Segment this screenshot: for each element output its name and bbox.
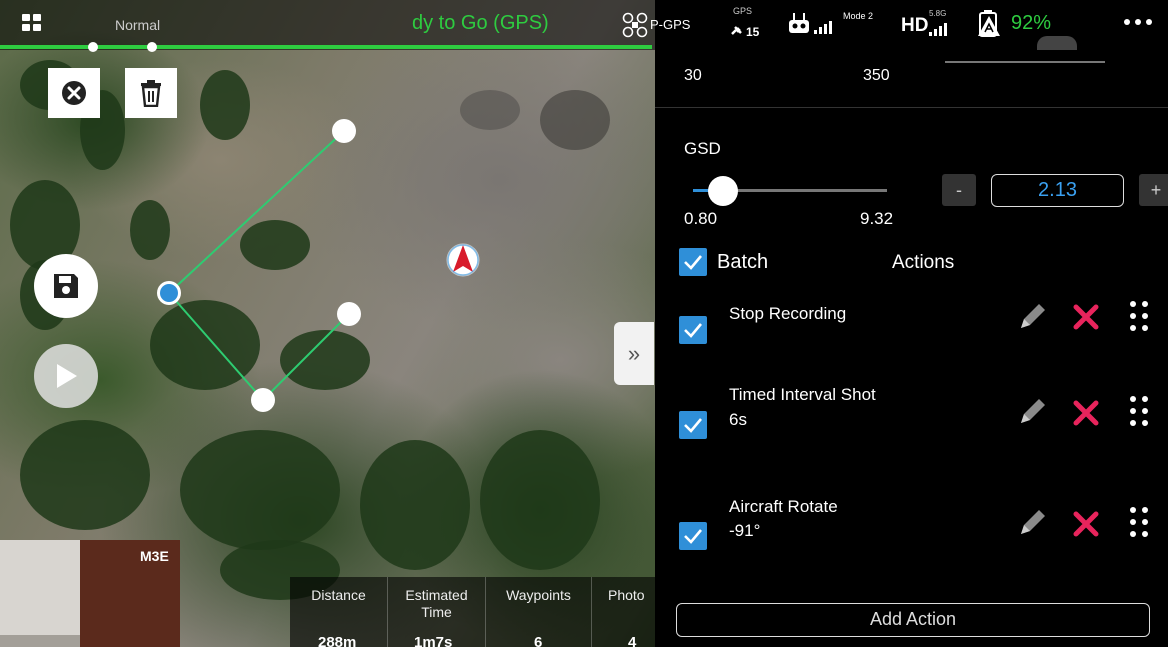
mission-stats: Distance 288m Estimated Time 1m7s Waypoi… — [290, 577, 655, 647]
hd-signal-icon — [929, 23, 947, 36]
prev-input-border — [945, 61, 1105, 63]
action-title: Timed Interval Shot — [729, 385, 876, 404]
edit-pencil-icon[interactable] — [1015, 300, 1049, 334]
gsd-min-label: 0.80 — [684, 209, 718, 228]
panel-toggle-button[interactable]: » — [614, 322, 654, 385]
hd-band-label: 5.8G — [929, 9, 947, 18]
camera-model-label: M3E — [140, 548, 169, 564]
close-button[interactable] — [48, 68, 100, 118]
satellite-icon — [731, 26, 742, 35]
flight-status-text[interactable]: dy to Go (GPS) — [412, 12, 549, 35]
gsd-value-input[interactable]: 2.13 — [991, 174, 1124, 207]
delete-action-icon[interactable] — [1073, 304, 1099, 330]
battery-percent: 92% — [1011, 12, 1052, 34]
delete-action-icon[interactable] — [1073, 511, 1099, 537]
preview-wall — [0, 540, 80, 647]
stat-label: Waypoints — [506, 587, 571, 603]
route-line — [167, 130, 350, 402]
save-button[interactable] — [34, 254, 98, 318]
satellite-count: 15 — [746, 25, 760, 39]
camera-preview[interactable]: M3E — [0, 540, 180, 647]
stat-value: 6 — [534, 634, 543, 647]
rc-mode-label: Mode 2 — [843, 11, 874, 21]
stat-value: 1m7s — [414, 634, 453, 647]
more-menu-icon[interactable] — [1124, 19, 1157, 25]
status-bar: Normal dy to Go (GPS) P-GPS GPS 15 Mode — [0, 0, 1168, 52]
play-icon — [57, 364, 77, 388]
waypoint-marker[interactable] — [337, 302, 361, 326]
gsd-decrement-button[interactable]: - — [942, 174, 976, 206]
action-title: Aircraft Rotate — [729, 497, 838, 516]
stat-label: Estimated Time — [405, 587, 468, 620]
prev-slider-min: 30 — [684, 67, 702, 84]
progress-marker — [88, 42, 98, 52]
battery-icon — [978, 10, 1000, 37]
waypoint-settings-panel: 30 350 GSD 0.80 9.32 - 2.13 + Batch Acti… — [655, 50, 1168, 647]
grid-menu-icon[interactable] — [22, 14, 44, 34]
actions-header: Actions — [892, 252, 955, 273]
stat-value: 4 — [628, 634, 637, 647]
save-icon — [54, 274, 78, 298]
gsd-label: GSD — [684, 139, 721, 158]
stat-label: Photo — [608, 587, 645, 603]
action-detail: -91° — [729, 521, 761, 540]
action-checkbox[interactable] — [679, 316, 707, 344]
drag-handle-icon[interactable] — [1130, 301, 1154, 335]
drag-handle-icon[interactable] — [1130, 396, 1154, 430]
drone-icon — [622, 12, 648, 38]
edit-pencil-icon[interactable] — [1015, 395, 1049, 429]
gsd-increment-button[interactable]: + — [1139, 174, 1168, 206]
stat-waypoints: Waypoints 6 — [486, 577, 592, 647]
check-icon — [684, 323, 702, 338]
waypoint-selected-dot — [160, 284, 178, 302]
delete-button[interactable] — [125, 68, 177, 118]
batch-checkbox[interactable] — [679, 248, 707, 276]
check-icon — [684, 418, 702, 433]
gsd-slider-thumb[interactable] — [708, 176, 739, 206]
action-detail: 6s — [729, 410, 747, 429]
remote-controller-icon — [789, 13, 809, 33]
progress-marker — [147, 42, 157, 52]
stat-distance: Distance 288m — [290, 577, 388, 647]
status-tab — [1037, 36, 1077, 50]
action-checkbox[interactable] — [679, 522, 707, 550]
aircraft-icon — [446, 243, 480, 277]
chevron-right-icon: » — [627, 340, 641, 366]
waypoint-marker[interactable] — [251, 388, 275, 412]
stat-value: 288m — [318, 634, 357, 647]
hd-label: HD — [901, 15, 929, 36]
drag-handle-icon[interactable] — [1130, 507, 1154, 541]
app-screen: » M3E Distance 288m Estimated Time 1m7s … — [0, 0, 1168, 647]
stat-estimated-time: Estimated Time 1m7s — [388, 577, 486, 647]
divider — [655, 107, 1168, 108]
stat-label: Distance — [311, 587, 366, 603]
play-button[interactable] — [34, 344, 98, 408]
gsd-max-label: 9.32 — [860, 209, 894, 228]
gps-label: GPS — [733, 6, 753, 16]
stat-photo: Photo 4 — [592, 577, 655, 647]
check-icon — [684, 529, 702, 544]
close-icon — [62, 81, 86, 105]
delete-action-icon[interactable] — [1073, 400, 1099, 426]
add-action-button[interactable]: Add Action — [676, 603, 1150, 637]
flight-mode-label[interactable]: Normal — [115, 17, 160, 33]
gps-mode-label[interactable]: P-GPS — [650, 17, 690, 32]
prev-slider-max: 350 — [863, 67, 890, 84]
action-title: Stop Recording — [729, 304, 847, 323]
preview-floor — [0, 635, 80, 647]
batch-label: Batch — [717, 251, 769, 273]
trash-icon — [141, 80, 161, 107]
edit-pencil-icon[interactable] — [1015, 506, 1049, 540]
check-icon — [684, 255, 702, 270]
action-checkbox[interactable] — [679, 411, 707, 439]
map-view[interactable]: » M3E Distance 288m Estimated Time 1m7s … — [0, 0, 655, 647]
rc-signal-icon — [814, 21, 832, 34]
waypoint-marker[interactable] — [332, 119, 356, 143]
